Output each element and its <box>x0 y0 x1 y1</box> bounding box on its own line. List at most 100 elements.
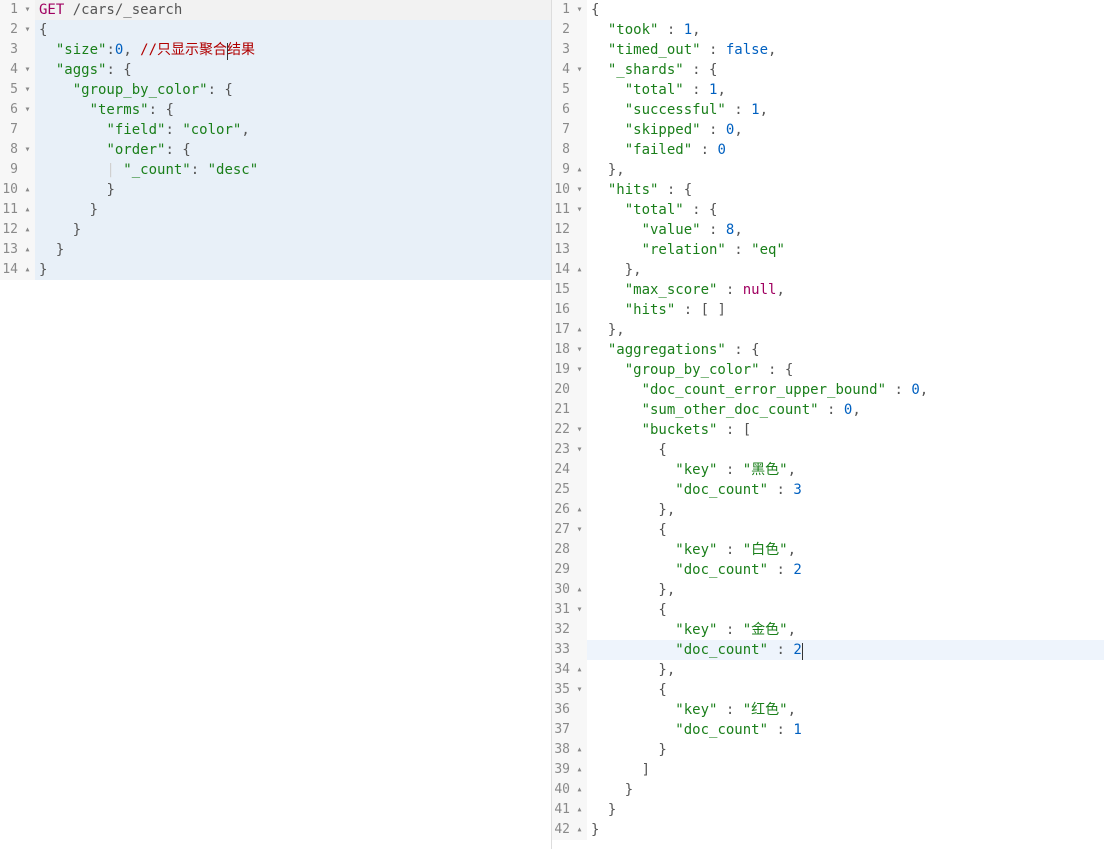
code-content[interactable]: "group_by_color": { <box>35 80 551 100</box>
fold-toggle-icon[interactable]: ▾ <box>572 680 587 700</box>
fold-toggle-icon[interactable]: ▾ <box>572 340 587 360</box>
fold-toggle-icon[interactable]: ▾ <box>572 440 587 460</box>
fold-toggle-icon[interactable]: ▴ <box>572 800 587 820</box>
code-line[interactable]: 5▾ "group_by_color": { <box>0 80 551 100</box>
fold-toggle-icon[interactable]: ▴ <box>20 240 35 260</box>
code-content[interactable]: } <box>35 260 551 280</box>
code-line[interactable]: 12 "value" : 8, <box>552 220 1104 240</box>
fold-toggle-icon[interactable]: ▴ <box>572 780 587 800</box>
code-content[interactable]: }, <box>587 320 1104 340</box>
request-lines[interactable]: 1▾GET /cars/_search2▾{3 "size":0, //只显示聚… <box>0 0 551 280</box>
fold-toggle-icon[interactable]: ▾ <box>572 600 587 620</box>
code-content[interactable]: "took" : 1, <box>587 20 1104 40</box>
code-content[interactable]: }, <box>587 660 1104 680</box>
response-lines[interactable]: 1▾{2 "took" : 1,3 "timed_out" : false,4▾… <box>552 0 1104 840</box>
code-line[interactable]: 2 "took" : 1, <box>552 20 1104 40</box>
code-line[interactable]: 2▾{ <box>0 20 551 40</box>
code-line[interactable]: 7 "skipped" : 0, <box>552 120 1104 140</box>
code-content[interactable]: "size":0, //只显示聚合​结果 <box>35 40 551 60</box>
code-line[interactable]: 11▾ "total" : { <box>552 200 1104 220</box>
response-viewer[interactable]: ⋮ 1▾{2 "took" : 1,3 "timed_out" : false,… <box>552 0 1104 849</box>
code-content[interactable]: "hits" : { <box>587 180 1104 200</box>
code-line[interactable]: 18▾ "aggregations" : { <box>552 340 1104 360</box>
code-content[interactable]: } <box>35 240 551 260</box>
code-content[interactable]: { <box>587 440 1104 460</box>
code-line[interactable]: 27▾ { <box>552 520 1104 540</box>
code-content[interactable]: "order": { <box>35 140 551 160</box>
fold-toggle-icon[interactable]: ▾ <box>572 60 587 80</box>
code-content[interactable]: { <box>587 680 1104 700</box>
fold-toggle-icon[interactable]: ▾ <box>20 0 35 20</box>
fold-toggle-icon[interactable]: ▾ <box>20 60 35 80</box>
code-content[interactable]: "successful" : 1, <box>587 100 1104 120</box>
code-line[interactable]: 35▾ { <box>552 680 1104 700</box>
code-content[interactable]: "total" : 1, <box>587 80 1104 100</box>
code-content[interactable]: "max_score" : null, <box>587 280 1104 300</box>
code-content[interactable]: "key" : "红色", <box>587 700 1104 720</box>
fold-toggle-icon[interactable]: ▾ <box>572 360 587 380</box>
code-content[interactable]: "aggregations" : { <box>587 340 1104 360</box>
code-line[interactable]: 22▾ "buckets" : [ <box>552 420 1104 440</box>
code-line[interactable]: 12▴ } <box>0 220 551 240</box>
fold-toggle-icon[interactable]: ▴ <box>20 180 35 200</box>
code-line[interactable]: 8 "failed" : 0 <box>552 140 1104 160</box>
code-line[interactable]: 6▾ "terms": { <box>0 100 551 120</box>
code-content[interactable]: "aggs": { <box>35 60 551 80</box>
code-line[interactable]: 14▴} <box>0 260 551 280</box>
code-line[interactable]: 38▴ } <box>552 740 1104 760</box>
code-line[interactable]: 4▾ "aggs": { <box>0 60 551 80</box>
code-content[interactable]: "relation" : "eq" <box>587 240 1104 260</box>
code-content[interactable]: GET /cars/_search <box>35 0 551 20</box>
code-content[interactable]: { <box>587 0 1104 20</box>
fold-toggle-icon[interactable]: ▾ <box>572 180 587 200</box>
code-line[interactable]: 7 "field": "color", <box>0 120 551 140</box>
code-content[interactable]: "doc_count" : 3 <box>587 480 1104 500</box>
fold-toggle-icon[interactable]: ▴ <box>20 220 35 240</box>
code-line[interactable]: 5 "total" : 1, <box>552 80 1104 100</box>
code-content[interactable]: "doc_count" : 1 <box>587 720 1104 740</box>
code-content[interactable]: "buckets" : [ <box>587 420 1104 440</box>
code-content[interactable]: "doc_count_error_upper_bound" : 0, <box>587 380 1104 400</box>
code-content[interactable]: }, <box>587 580 1104 600</box>
code-content[interactable]: "value" : 8, <box>587 220 1104 240</box>
code-line[interactable]: 15 "max_score" : null, <box>552 280 1104 300</box>
code-content[interactable]: { <box>587 520 1104 540</box>
code-content[interactable]: "skipped" : 0, <box>587 120 1104 140</box>
code-line[interactable]: 31▾ { <box>552 600 1104 620</box>
code-content[interactable]: "_shards" : { <box>587 60 1104 80</box>
code-line[interactable]: 13▴ } <box>0 240 551 260</box>
fold-toggle-icon[interactable]: ▴ <box>20 200 35 220</box>
code-line[interactable]: 24 "key" : "黑色", <box>552 460 1104 480</box>
code-content[interactable]: } <box>587 820 1104 840</box>
fold-toggle-icon[interactable]: ▴ <box>572 320 587 340</box>
fold-toggle-icon[interactable]: ▴ <box>572 500 587 520</box>
fold-toggle-icon[interactable]: ▴ <box>20 260 35 280</box>
code-content[interactable]: }, <box>587 160 1104 180</box>
code-content[interactable]: "failed" : 0 <box>587 140 1104 160</box>
code-line[interactable]: 9▴ }, <box>552 160 1104 180</box>
code-line[interactable]: 3 "timed_out" : false, <box>552 40 1104 60</box>
code-content[interactable]: }, <box>587 260 1104 280</box>
code-content[interactable]: "key" : "金色", <box>587 620 1104 640</box>
code-content[interactable]: "doc_count" : 2 <box>587 560 1104 580</box>
code-line[interactable]: 21 "sum_other_doc_count" : 0, <box>552 400 1104 420</box>
fold-toggle-icon[interactable]: ▴ <box>572 660 587 680</box>
code-content[interactable]: { <box>35 20 551 40</box>
fold-toggle-icon[interactable]: ▴ <box>572 160 587 180</box>
code-content[interactable]: } <box>587 800 1104 820</box>
code-line[interactable]: 40▴ } <box>552 780 1104 800</box>
fold-toggle-icon[interactable]: ▴ <box>572 820 587 840</box>
code-line[interactable]: 32 "key" : "金色", <box>552 620 1104 640</box>
fold-toggle-icon[interactable]: ▾ <box>572 420 587 440</box>
code-line[interactable]: 3 "size":0, //只显示聚合​结果 <box>0 40 551 60</box>
code-content[interactable]: "sum_other_doc_count" : 0, <box>587 400 1104 420</box>
code-content[interactable]: } <box>587 780 1104 800</box>
fold-toggle-icon[interactable]: ▾ <box>20 20 35 40</box>
code-content[interactable]: "group_by_color" : { <box>587 360 1104 380</box>
code-content[interactable]: }, <box>587 500 1104 520</box>
code-content[interactable]: "total" : { <box>587 200 1104 220</box>
code-line[interactable]: 1▾GET /cars/_search <box>0 0 551 20</box>
code-line[interactable]: 36 "key" : "红色", <box>552 700 1104 720</box>
fold-toggle-icon[interactable]: ▴ <box>572 740 587 760</box>
code-content[interactable]: } <box>35 180 551 200</box>
